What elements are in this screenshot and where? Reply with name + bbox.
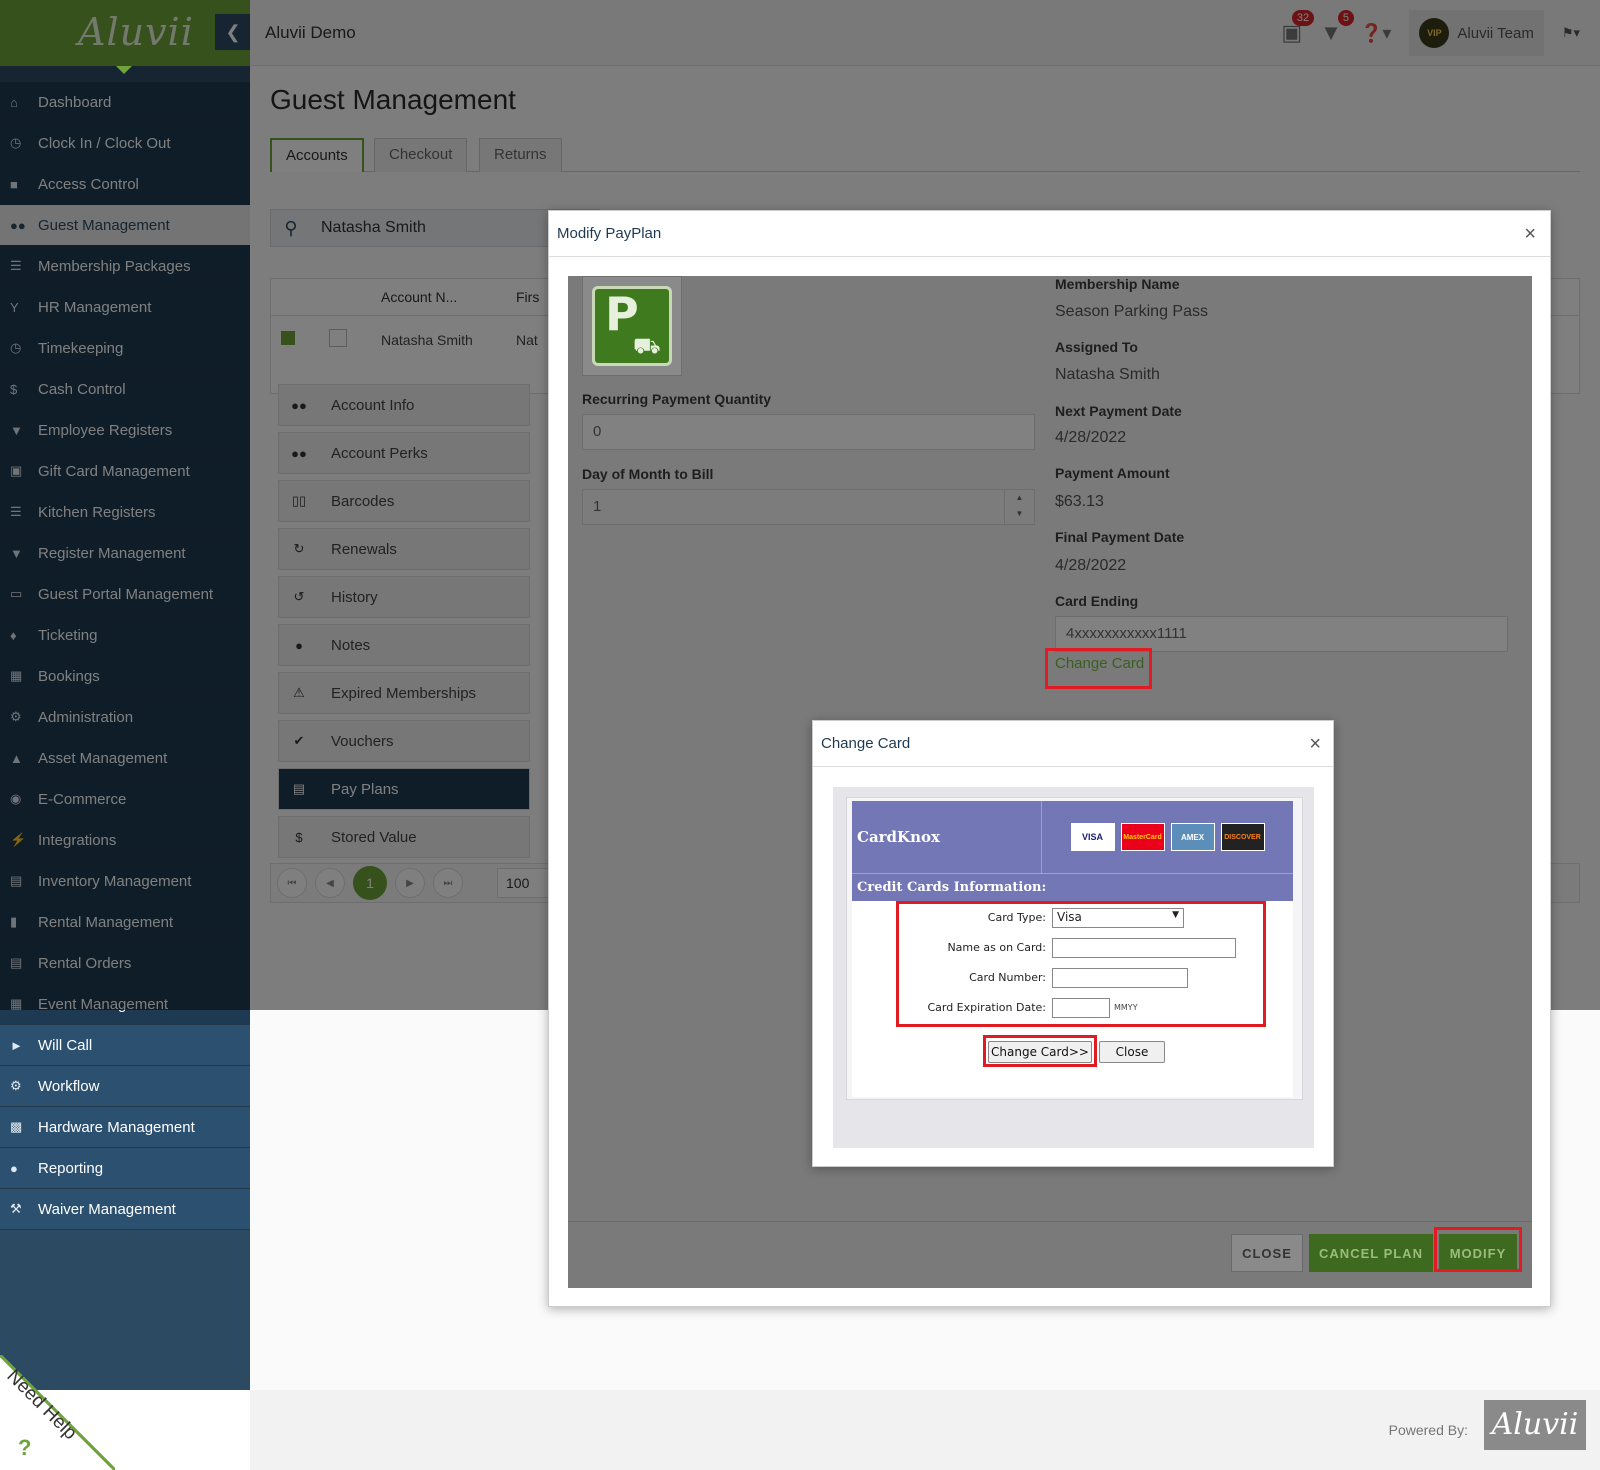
mastercard-icon: MasterCard (1120, 823, 1165, 851)
discover-icon: DISCOVER (1220, 823, 1265, 851)
footer: Powered By: Aluvii (250, 1390, 1600, 1470)
footer-logo: Aluvii (1484, 1400, 1586, 1450)
cardknox-header: CardKnox VISA MasterCard AMEX DISCOVER (852, 801, 1293, 873)
sidebar-item-label: Workflow (38, 1077, 100, 1095)
next-payment-label: Next Payment Date (1055, 403, 1182, 419)
next-payment-value: 4/28/2022 (1055, 429, 1127, 446)
day-of-month-label: Day of Month to Bill (582, 466, 714, 482)
modal-body: CardKnox VISA MasterCard AMEX DISCOVER C… (833, 787, 1314, 1148)
amex-icon: AMEX (1170, 823, 1215, 851)
cardknox-brand: CardKnox (852, 801, 1042, 873)
sidebar-item-label: Waiver Management (38, 1200, 176, 1218)
lightbulb-icon: ● (10, 1160, 18, 1176)
printer-icon: ▩ (10, 1119, 23, 1134)
need-help-ribbon[interactable]: Need Help ? (0, 1353, 117, 1470)
powered-by: Powered By: (1388, 1422, 1468, 1438)
sidebar-item-will-call[interactable]: ► Will Call (0, 1025, 250, 1066)
assigned-to-label: Assigned To (1055, 339, 1138, 355)
cancel-plan-button[interactable]: CANCEL PLAN (1309, 1234, 1433, 1272)
close-button[interactable]: Close (1099, 1041, 1165, 1063)
day-of-month-value: 1 (593, 498, 602, 515)
change-card-modal: Change Card × CardKnox VISA MasterCard A… (812, 720, 1334, 1167)
card-ending-field: 4xxxxxxxxxxx1111 (1055, 616, 1508, 652)
highlight-modify-button (1434, 1227, 1522, 1272)
gavel-icon: ⚒ (10, 1201, 22, 1216)
sidebar-item-label: Hardware Management (38, 1118, 195, 1136)
highlight-change-card-button (983, 1035, 1097, 1067)
number-stepper[interactable]: ▲ ▼ (1004, 490, 1034, 524)
logo-notch (116, 66, 132, 74)
modal-title: Modify PayPlan (549, 211, 1550, 257)
modal-footer: CLOSE CANCEL PLAN MODIFY (568, 1221, 1532, 1288)
section-title: Credit Cards Information: (852, 873, 1293, 901)
sidebar-item-waiver[interactable]: ⚒ Waiver Management (0, 1189, 250, 1230)
parking-icon: P ⛟ (582, 276, 682, 376)
visa-icon: VISA (1070, 823, 1115, 851)
close-icon[interactable]: × (1309, 733, 1321, 756)
gear-icon: ⚙ (10, 1078, 22, 1093)
payment-amount-value: $63.13 (1055, 493, 1104, 510)
close-button[interactable]: CLOSE (1231, 1234, 1303, 1272)
highlight-change-card-link (1045, 648, 1152, 689)
cardknox-frame: CardKnox VISA MasterCard AMEX DISCOVER C… (846, 797, 1303, 1100)
question-icon: ? (18, 1435, 31, 1460)
final-payment-label: Final Payment Date (1055, 529, 1185, 545)
membership-name-value: Season Parking Pass (1055, 303, 1208, 320)
close-icon[interactable]: × (1524, 223, 1536, 246)
sidebar-item-hardware[interactable]: ▩ Hardware Management (0, 1107, 250, 1148)
sidebar-item-label: Will Call (38, 1036, 93, 1054)
final-payment-value: 4/28/2022 (1055, 557, 1127, 574)
assigned-to-value: Natasha Smith (1055, 366, 1160, 383)
card-ending-label: Card Ending (1055, 593, 1139, 609)
card-logos: VISA MasterCard AMEX DISCOVER (1042, 801, 1293, 873)
payment-amount-label: Payment Amount (1055, 465, 1170, 481)
sidebar-item-label: Reporting (38, 1159, 104, 1177)
megaphone-icon: ► (10, 1037, 23, 1053)
sidebar-item-reporting[interactable]: ● Reporting (0, 1148, 250, 1189)
sidebar-item-workflow[interactable]: ⚙ Workflow (0, 1066, 250, 1107)
day-of-month-input[interactable]: 1 ▲ ▼ (582, 489, 1035, 525)
recurring-qty-field[interactable]: 0 (582, 414, 1035, 450)
recurring-qty-label: Recurring Payment Quantity (582, 391, 772, 407)
modal-title: Change Card (813, 721, 1333, 767)
card-form: Card Type: Visa ▼ Name as on Card: Card N… (852, 901, 1293, 1097)
membership-name-label: Membership Name (1055, 276, 1180, 292)
highlight-card-form (896, 901, 1266, 1027)
